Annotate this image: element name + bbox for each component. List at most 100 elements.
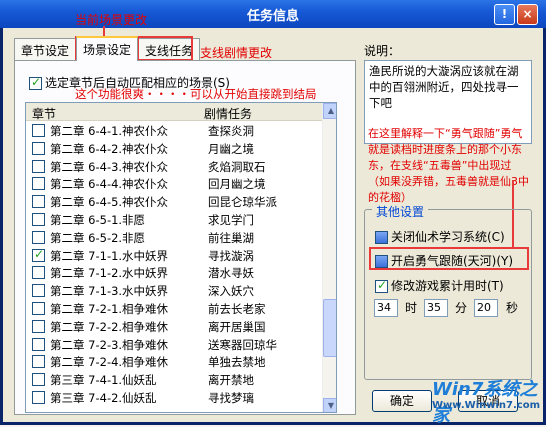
close-button[interactable]: × (517, 4, 538, 25)
row-task: 离开禁地 (208, 373, 254, 388)
list-header: 章节 剧情任务 (26, 103, 322, 121)
list-item[interactable]: 第二章 6-4-5.神农仆众 回昆仑琼华派 (26, 193, 322, 211)
row-chapter: 第二章 6-4-4.神农仆众 (50, 177, 169, 192)
modify-time-label: 修改游戏累计用时(T) (391, 279, 504, 293)
row-task: 送寒器回琼华 (208, 337, 277, 352)
row-checkbox[interactable] (32, 266, 45, 280)
list-item[interactable]: 第二章 6-4-1.神农仆众 查探炎洞 (26, 122, 322, 140)
list-item[interactable]: 第二章 6-5-1.非愿 求见学门 (26, 211, 322, 229)
row-task: 回昆仑琼华派 (208, 195, 277, 210)
row-checkbox[interactable] (32, 230, 45, 244)
row-chapter: 第二章 7-1-1.水中妖界 (50, 248, 169, 263)
list-item[interactable]: 第二章 7-1-1.水中妖界 寻找漩涡 (26, 247, 322, 265)
row-task: 离开居巢国 (208, 319, 266, 334)
row-checkbox[interactable] (32, 195, 45, 209)
scene-list[interactable]: 章节 剧情任务 第二章 6-4-1.神农仆众 查探炎洞第二章 6-4-2.神农仆众… (25, 102, 337, 413)
row-task: 炙焰洞取石 (208, 159, 266, 174)
row-task: 单独去禁地 (208, 355, 266, 370)
row-chapter: 第二章 7-1-2.水中妖界 (50, 266, 169, 281)
scroll-thumb[interactable] (323, 299, 336, 357)
row-task: 月幽之境 (208, 141, 254, 156)
minutes-label: 分 (455, 301, 468, 315)
row-chapter: 第二章 7-2-2.相争难休 (50, 319, 169, 334)
row-checkbox[interactable] (32, 390, 45, 404)
minutes-input[interactable]: 35 (424, 299, 448, 317)
row-chapter: 第三章 7-4-2.仙妖乱 (50, 390, 157, 405)
row-checkbox[interactable] (32, 212, 45, 226)
list-item[interactable]: 第二章 7-1-3.水中妖界 深入妖穴 (26, 282, 322, 300)
list-item[interactable]: 第三章 7-4-1.仙妖乱 离开禁地 (26, 371, 322, 389)
row-chapter: 第二章 6-4-5.神农仆众 (50, 195, 169, 210)
row-task: 寻找梦璃 (208, 390, 254, 405)
row-task: 前去长老家 (208, 301, 266, 316)
row-task: 查探炎洞 (208, 124, 254, 138)
list-item[interactable]: 第二章 7-2-1.相争难休 前去长老家 (26, 300, 322, 318)
seconds-input[interactable]: 20 (474, 299, 498, 317)
scroll-up-icon[interactable]: ▲ (323, 103, 336, 119)
list-item[interactable]: 第二章 7-2-4.相争难休 单独去禁地 (26, 353, 322, 371)
list-rows: 第二章 6-4-1.神农仆众 查探炎洞 第二章 6-4-2.神农仆众 月幽之境 第二章 … (26, 122, 322, 407)
row-task: 回月幽之境 (208, 177, 266, 192)
annotation-feature-tip: 这个功能很爽・・・・可以从开始直接跳到结局 (75, 87, 317, 101)
scene-panel: 选定章节后自动匹配相应的场景(S) 这个功能很爽・・・・可以从开始直接跳到结局 … (14, 60, 356, 415)
modify-time-checkbox[interactable] (375, 278, 388, 293)
close-learn-label: 关闭仙术学习系统(C) (391, 230, 505, 244)
row-checkbox[interactable] (32, 141, 45, 155)
annotation-note: 在这里解释一下“勇气跟随”勇气就是读档时进度条上的那个小东东，在支线“五毒兽”中… (368, 127, 529, 204)
vertical-scrollbar[interactable]: ▲ ▼ (322, 103, 336, 412)
close-learn-option[interactable]: 关闭仙术学习系统(C) (375, 228, 505, 245)
help-button[interactable]: ! (494, 4, 515, 25)
ok-button[interactable]: 确定 (372, 390, 432, 412)
row-chapter: 第二章 7-2-3.相争难休 (50, 337, 169, 352)
row-checkbox[interactable] (32, 124, 45, 137)
annotation-side-change: 支线剧情更改 (200, 46, 273, 60)
row-checkbox[interactable] (32, 159, 45, 173)
row-chapter: 第二章 6-4-1.神农仆众 (50, 124, 169, 138)
row-chapter: 第二章 6-4-3.神农仆众 (50, 159, 169, 174)
row-task: 寻找漩涡 (208, 248, 254, 263)
row-checkbox[interactable] (32, 355, 45, 369)
row-checkbox[interactable] (32, 337, 45, 351)
column-header-task[interactable]: 剧情任务 (204, 105, 252, 122)
hours-input[interactable]: 34 (374, 299, 398, 317)
list-item[interactable]: 第二章 7-1-2.水中妖界 潜水寻妖 (26, 264, 322, 282)
description-label: 说明： (364, 44, 401, 58)
row-chapter: 第二章 6-5-1.非愿 (50, 212, 146, 227)
row-task: 前往巢湖 (208, 230, 254, 245)
column-header-chapter[interactable]: 章节 (32, 105, 56, 122)
list-item[interactable]: 第二章 6-4-2.神农仆众 月幽之境 (26, 140, 322, 158)
list-item[interactable]: 第二章 7-2-3.相争难休 送寒器回琼华 (26, 336, 322, 354)
row-chapter: 第二章 6-4-2.神农仆众 (50, 141, 169, 156)
close-learn-checkbox[interactable] (375, 231, 388, 244)
row-chapter: 第二章 7-2-1.相争难休 (50, 301, 169, 316)
row-checkbox[interactable] (32, 284, 45, 298)
tab-side-quest[interactable]: 支线任务 (138, 38, 201, 60)
list-item[interactable]: 第二章 6-4-3.神农仆众 炙焰洞取石 (26, 158, 322, 176)
row-checkbox[interactable] (32, 177, 45, 191)
tab-scene[interactable]: 场景设定 (76, 36, 139, 61)
row-chapter: 第二章 7-1-3.水中妖界 (50, 284, 169, 299)
hours-label: 时 (405, 301, 418, 315)
seconds-label: 秒 (506, 301, 519, 315)
annotation-scene-change: 当前场景更改 (75, 13, 148, 27)
courage-checkbox[interactable] (375, 255, 388, 268)
list-item[interactable]: 第二章 6-5-2.非愿 前往巢湖 (26, 229, 322, 247)
row-checkbox[interactable] (32, 247, 45, 262)
row-chapter: 第二章 6-5-2.非愿 (50, 230, 146, 245)
row-checkbox[interactable] (32, 319, 45, 333)
row-chapter: 第二章 7-2-4.相争难休 (50, 355, 169, 370)
row-checkbox[interactable] (32, 373, 45, 387)
row-task: 求见学门 (208, 212, 254, 227)
scroll-down-icon[interactable]: ▼ (323, 398, 336, 412)
watermark-url: Www.Winwin7.com (432, 400, 541, 411)
list-item[interactable]: 第二章 6-4-4.神农仆众 回月幽之境 (26, 175, 322, 193)
row-chapter: 第三章 7-4-1.仙妖乱 (50, 373, 157, 388)
tab-chapter[interactable]: 章节设定 (14, 38, 77, 60)
list-item[interactable]: 第二章 7-2-2.相争难休 离开居巢国 (26, 318, 322, 336)
courage-label: 开启勇气跟随(天河)(Y) (391, 254, 514, 268)
modify-time-option[interactable]: 修改游戏累计用时(T) (375, 277, 504, 294)
courage-option[interactable]: 开启勇气跟随(天河)(Y) (375, 252, 513, 269)
list-item[interactable]: 第三章 7-4-2.仙妖乱 寻找梦璃 (26, 389, 322, 407)
row-checkbox[interactable] (32, 301, 45, 315)
auto-match-checkbox[interactable] (29, 75, 42, 90)
